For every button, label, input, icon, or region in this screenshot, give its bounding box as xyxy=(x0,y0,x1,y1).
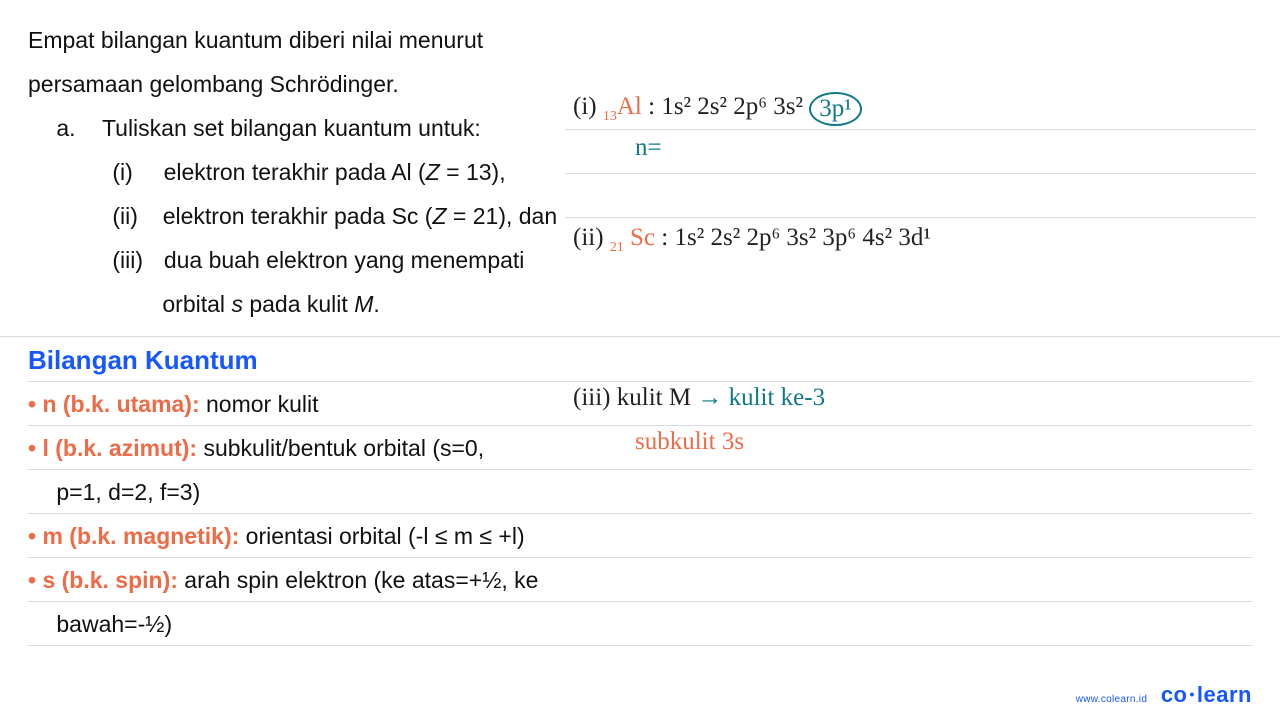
hw-iii-teal: kulit ke-3 xyxy=(729,384,826,411)
hw-iii-black: kulit M xyxy=(617,384,698,411)
s-text-cont: bawah=-½) xyxy=(56,611,172,637)
iii-text-2: orbital s pada kulit M. xyxy=(162,291,379,317)
l-text: subkulit/bentuk orbital (s=0, xyxy=(203,435,484,461)
hw-i-label: (i) xyxy=(573,93,597,120)
ii-text: elektron terakhir pada Sc (Z = 21), dan xyxy=(163,203,557,229)
hw-i-n: n= xyxy=(635,134,1256,162)
n-label: n (b.k. utama): xyxy=(28,391,200,417)
iii-label: (iii) xyxy=(112,247,143,273)
hw-i-atom: 13Al xyxy=(603,93,648,120)
hw-i-circled: 3p¹ xyxy=(809,92,862,126)
footer: www.colearn.id co•learn xyxy=(1076,682,1252,708)
i-label: (i) xyxy=(112,159,132,185)
hw-ii: (ii) 21 Sc : 1s² 2s² 2p⁶ 3s² 3p⁶ 4s² 3d¹ xyxy=(573,224,1256,252)
l-label: l (b.k. azimut): xyxy=(28,435,197,461)
i-text: elektron terakhir pada Al (Z = 13), xyxy=(164,159,506,185)
s-label: s (b.k. spin): xyxy=(28,567,178,593)
hw-i-colon: : xyxy=(648,93,661,120)
m-text: orientasi orbital (-l ≤ m ≤ +l) xyxy=(246,523,525,549)
a-text: Tuliskan set bilangan kuantum untuk: xyxy=(102,115,481,141)
hw-ii-colon: : xyxy=(661,224,674,251)
footer-url: www.colearn.id xyxy=(1076,694,1147,705)
hw-iii: (iii) kulit M → kulit ke-3 xyxy=(573,384,1256,412)
m-label: m (b.k. magnetik): xyxy=(28,523,239,549)
hw-ii-config: 1s² 2s² 2p⁶ 3s² 3p⁶ 4s² 3d¹ xyxy=(675,224,931,251)
iii-text-1: dua buah elektron yang menempati xyxy=(164,247,525,273)
page: Empat bilangan kuantum diberi nilai menu… xyxy=(0,0,1280,720)
hw-i-config: 1s² 2s² 2p⁶ 3s² xyxy=(661,93,803,120)
s-text: arah spin elektron (ke atas=+½, ke xyxy=(184,567,538,593)
a-label: a. xyxy=(56,115,75,141)
hw-ii-label: (ii) xyxy=(573,224,604,251)
hw-ii-atom: 21 Sc xyxy=(610,224,662,251)
hw-iii-label: (iii) xyxy=(573,384,611,411)
hw-iii-sub: subkulit 3s xyxy=(635,428,1256,456)
n-text: nomor kulit xyxy=(206,391,318,417)
l-text-cont: p=1, d=2, f=3) xyxy=(56,479,200,505)
hw-i: (i) 13Al : 1s² 2s² 2p⁶ 3s² 3p¹ xyxy=(573,90,1256,124)
ii-label: (ii) xyxy=(112,203,138,229)
hw-iii-arrow: → xyxy=(697,384,722,411)
handwriting-area: (i) 13Al : 1s² 2s² 2p⁶ 3s² 3p¹ n= (ii) 2… xyxy=(565,0,1256,720)
brand-logo: co•learn xyxy=(1161,682,1252,707)
